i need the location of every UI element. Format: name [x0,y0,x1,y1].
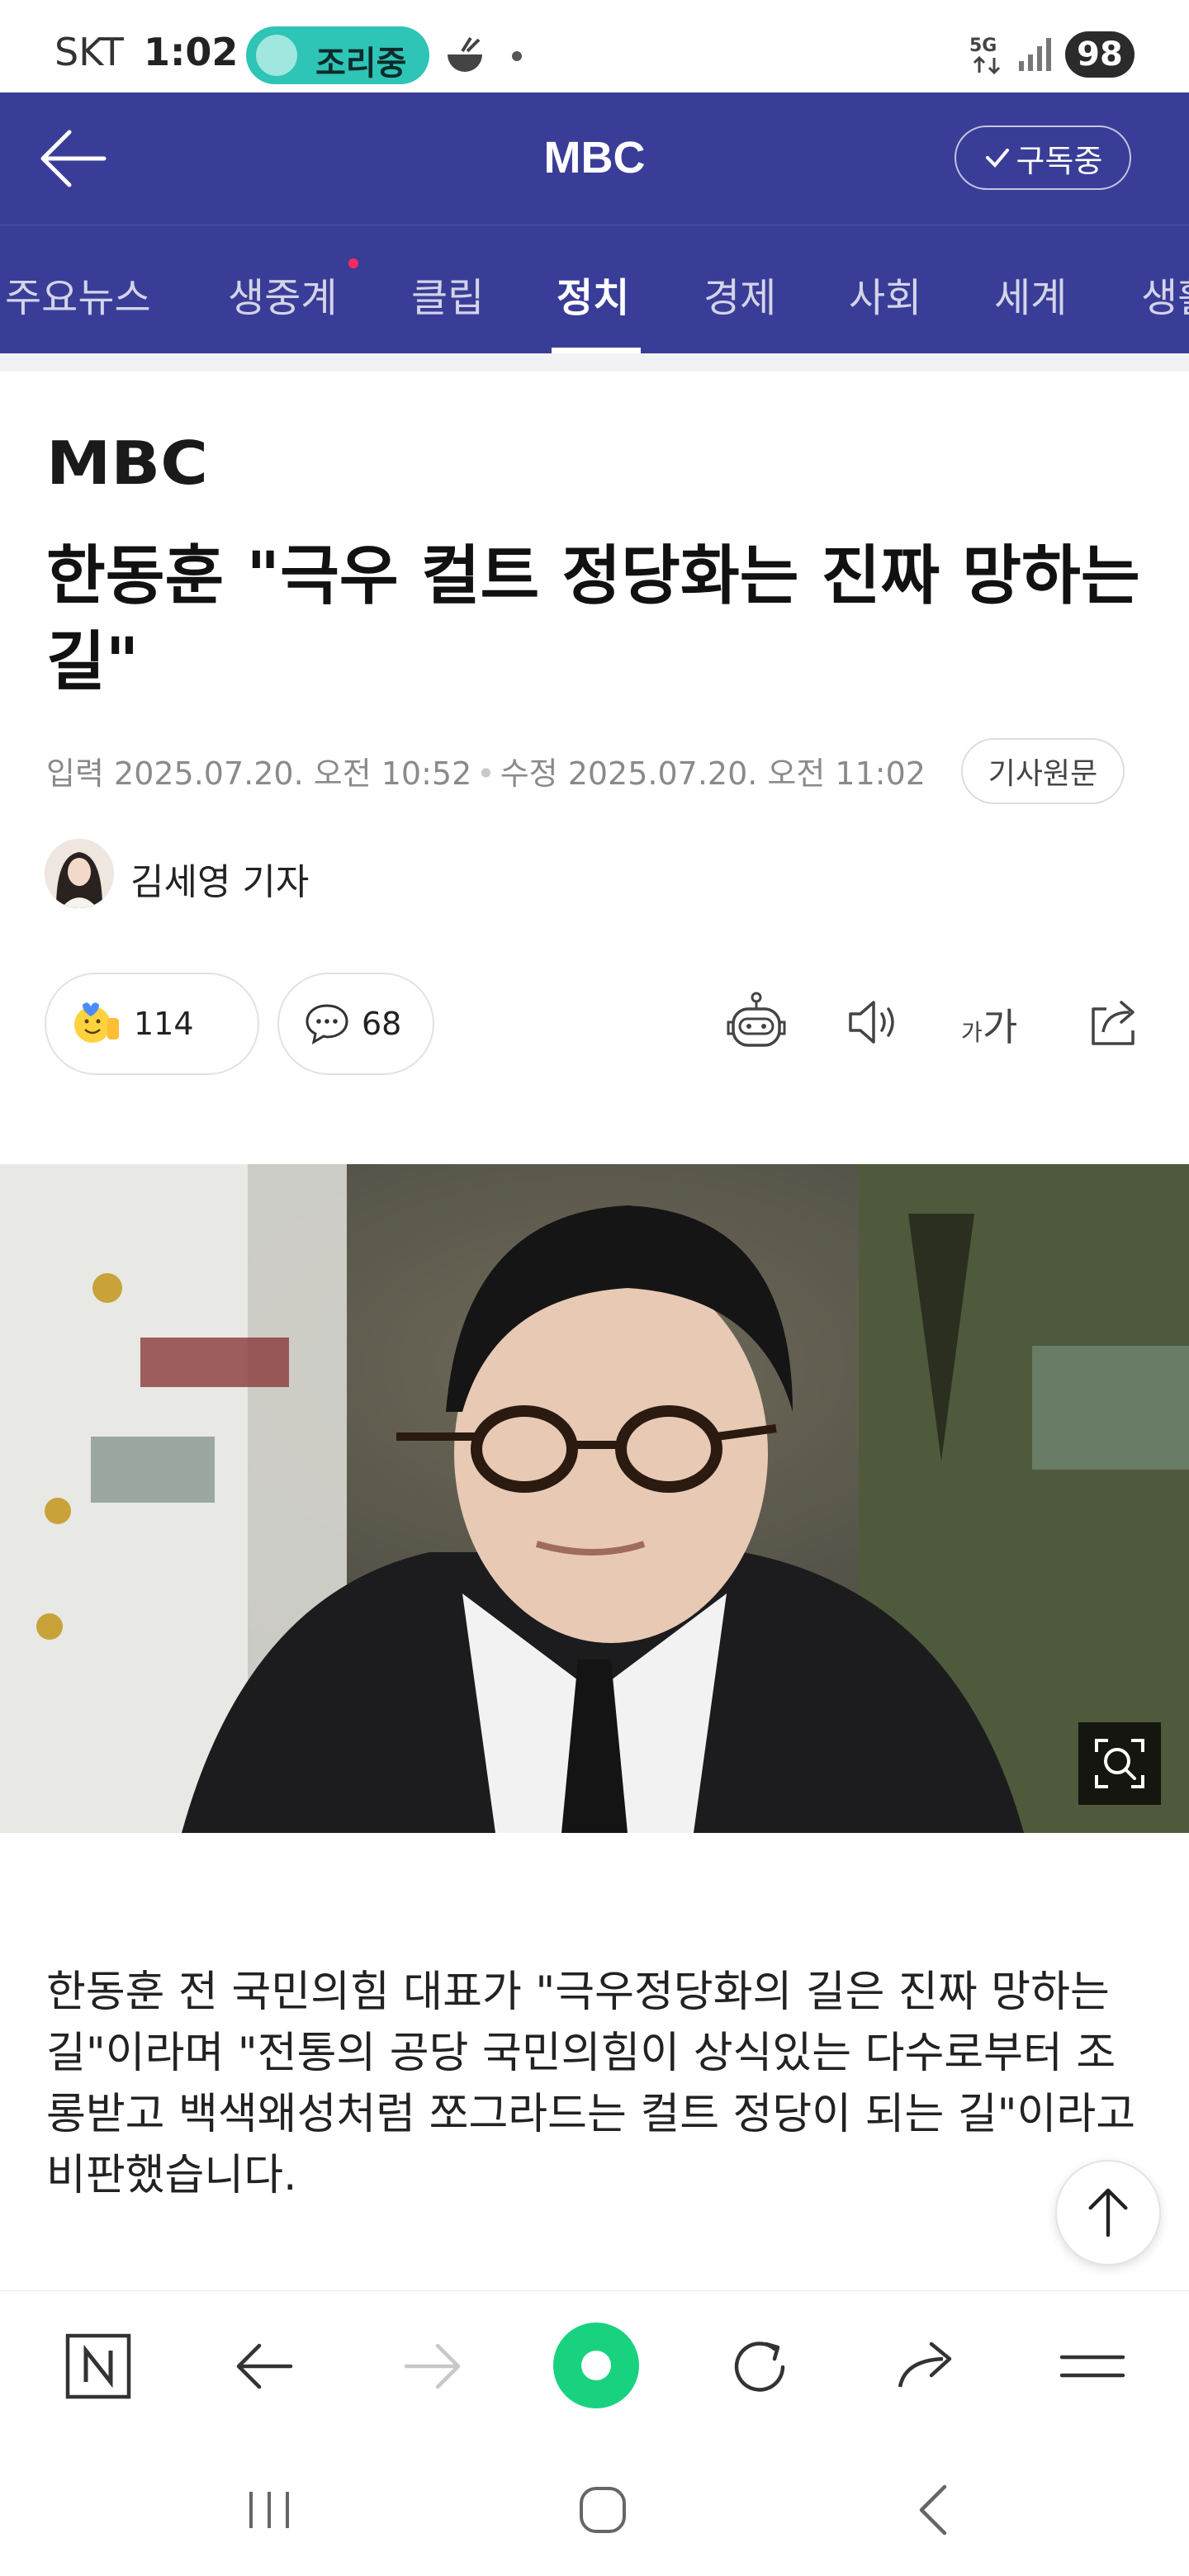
subscribe-label: 구독중 [1016,142,1103,179]
cooking-icon [256,35,297,76]
tab-politics[interactable]: 정치 [557,265,629,323]
bowl-icon [448,36,482,72]
speaker-icon[interactable] [841,989,907,1055]
network-label: 5G [969,36,997,56]
mbc-logo[interactable]: MBC [46,438,210,489]
tab-life[interactable]: 생활 [1141,265,1189,323]
recents-icon[interactable] [236,2477,302,2543]
green-dot-button[interactable] [553,2323,639,2408]
cooking-timer-pill[interactable]: 조리중 [246,26,429,84]
network-5g-icon: 5G [969,36,1001,75]
tab-economy[interactable]: 경제 [703,265,776,323]
share-icon[interactable] [1082,989,1148,1055]
article-photo[interactable] [0,1164,1189,1833]
avatar-image [45,839,114,908]
modified-date: 2025.07.20. 오전 11:02 [567,755,926,792]
subscribe-button[interactable]: 구독중 [955,125,1131,190]
article-body: 한동훈 전 국민의힘 대표가 "극우정당화의 길은 진짜 망하는 길"이라며 "… [46,1968,1136,2200]
reaction-button[interactable]: 114 [45,973,259,1075]
comment-icon [306,1004,348,1044]
article-meta: 입력 2025.07.20. 오전 10:52 • 수정 2025.07.20. 오… [46,748,926,793]
press-logo-text: MBC [46,438,208,489]
naver-home-icon[interactable] [61,2329,135,2403]
article-headline: 한동훈 "극우 컬트 정당화는 진짜 망하는 길" [46,539,1140,699]
tab-main-news[interactable]: 주요뉴스 [5,265,151,323]
status-bar: SKT 1:02 조리중 5G 98 [0,0,1189,92]
font-size-large-label: 가 [983,1005,1017,1049]
system-navigation-bar [0,2444,1189,2576]
comment-count: 68 [362,1006,402,1042]
robot-summary-icon[interactable] [723,989,789,1055]
carrier-label: SKT [54,30,124,74]
meta-separator: • [476,755,495,792]
published-date: 2025.07.20. 오전 10:52 [114,755,472,792]
menu-icon[interactable] [1055,2329,1130,2403]
author-name[interactable]: 김세영 기자 [130,852,309,905]
notification-dot-icon [512,51,522,61]
browser-toolbar [0,2290,1189,2445]
news-photo-image [0,1164,1189,1833]
tab-live[interactable]: 생중계 [228,265,337,323]
back-arrow-icon[interactable] [228,2329,302,2403]
refresh-icon[interactable] [723,2329,798,2403]
author-avatar[interactable] [45,839,114,908]
clock: 1:02 [144,30,239,74]
category-tabs: 주요뉴스 생중계 클립 정치 경제 사회 세계 생활 [0,225,1189,354]
tab-clip[interactable]: 클립 [411,265,484,323]
photo-zoom-icon[interactable] [1078,1722,1161,1805]
signal-icon [1019,38,1051,71]
forward-arrow-icon[interactable] [395,2329,469,2403]
divider [0,353,1189,372]
font-size-small-label: 가 [961,1019,983,1046]
green-dot-icon [581,2351,611,2380]
app-header: MBC 구독중 [0,92,1189,225]
tab-society[interactable]: 사회 [849,265,921,323]
cooking-pill-label: 조리중 [315,45,407,83]
font-size-icon[interactable]: 가 가 [958,989,1024,1055]
reaction-count: 114 [134,1006,194,1042]
live-indicator-dot [348,258,358,268]
check-icon [985,149,1009,168]
back-icon[interactable] [902,2477,968,2543]
home-icon[interactable] [570,2477,636,2543]
comments-button[interactable]: 68 [277,973,434,1075]
battery-indicator: 98 [1065,31,1135,78]
modified-label: 수정 [500,755,558,792]
original-article-button[interactable]: 기사원문 [961,738,1125,804]
share-icon[interactable] [890,2329,964,2403]
emoji-reaction-icon [74,1002,119,1043]
scroll-to-top-button[interactable] [1055,2160,1161,2266]
tab-world[interactable]: 세계 [994,265,1067,323]
published-label: 입력 [46,755,104,792]
